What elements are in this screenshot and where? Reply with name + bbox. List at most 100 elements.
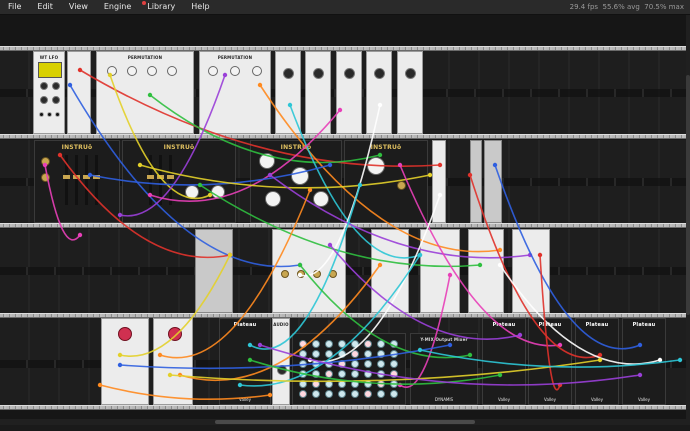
- pad-button[interactable]: [364, 350, 372, 358]
- knob[interactable]: [374, 68, 385, 79]
- knob[interactable]: [41, 173, 50, 182]
- horizontal-scrollbar[interactable]: [0, 419, 690, 425]
- pad-button[interactable]: [351, 370, 359, 378]
- module-filter[interactable]: [468, 229, 504, 313]
- module-pad-grid[interactable]: [292, 333, 406, 405]
- pad-button[interactable]: [377, 380, 385, 388]
- pad-button[interactable]: [299, 370, 307, 378]
- knob[interactable]: [265, 191, 281, 207]
- knob[interactable]: [41, 157, 50, 166]
- pad-button[interactable]: [377, 370, 385, 378]
- module-matrix[interactable]: [272, 229, 346, 313]
- pad-button[interactable]: [390, 350, 398, 358]
- slider[interactable]: [147, 155, 154, 205]
- module-vca[interactable]: [275, 51, 301, 134]
- module-audio[interactable]: AUDIO: [272, 318, 290, 405]
- module-rack[interactable]: WT LFO PERMUTATION PERMUTATION INSTRUō I…: [0, 15, 690, 425]
- menu-edit[interactable]: Edit: [29, 0, 61, 14]
- pad-button[interactable]: [390, 360, 398, 368]
- menu-engine[interactable]: Engine: [96, 0, 139, 14]
- pad-button[interactable]: [364, 370, 372, 378]
- module-vca[interactable]: [366, 51, 392, 134]
- knob[interactable]: [313, 191, 329, 207]
- menu-help[interactable]: Help: [183, 0, 217, 14]
- pad-button[interactable]: [377, 350, 385, 358]
- pad-button[interactable]: [377, 340, 385, 348]
- knob[interactable]: [107, 66, 117, 76]
- pad-button[interactable]: [325, 360, 333, 368]
- knob[interactable]: [127, 66, 137, 76]
- volume-knob[interactable]: [277, 365, 287, 375]
- pad-button[interactable]: [338, 350, 346, 358]
- pad-button[interactable]: [312, 340, 320, 348]
- knob[interactable]: [291, 167, 309, 185]
- module-vca[interactable]: [397, 51, 423, 134]
- module-output-mixer[interactable]: Y-MIX Output Mixer DYNAMIS: [410, 333, 478, 405]
- knob[interactable]: [329, 270, 337, 278]
- jack[interactable]: [55, 112, 60, 117]
- pad-button[interactable]: [390, 370, 398, 378]
- slider[interactable]: [167, 155, 174, 205]
- module-instruo-3[interactable]: INSTRUō: [250, 140, 342, 223]
- knob[interactable]: [259, 153, 275, 169]
- pad-button[interactable]: [338, 370, 346, 378]
- pad-button[interactable]: [377, 360, 385, 368]
- pad-button[interactable]: [351, 380, 359, 388]
- menu-view[interactable]: View: [61, 0, 96, 14]
- module-instruo-1[interactable]: INSTRUō: [34, 140, 120, 223]
- pad-button[interactable]: [325, 350, 333, 358]
- knob[interactable]: [313, 68, 324, 79]
- pad-button[interactable]: [299, 380, 307, 388]
- pad-button[interactable]: [325, 340, 333, 348]
- knob[interactable]: [167, 66, 177, 76]
- pad-button[interactable]: [299, 390, 307, 398]
- pad-button[interactable]: [377, 390, 385, 398]
- module-permutation-1[interactable]: PERMUTATION: [96, 51, 194, 134]
- module-filter[interactable]: [371, 229, 409, 313]
- module-filter[interactable]: [512, 229, 550, 313]
- jack[interactable]: [39, 112, 44, 117]
- slider[interactable]: [93, 155, 100, 205]
- pad-button[interactable]: [312, 390, 320, 398]
- pad-button[interactable]: [312, 380, 320, 388]
- pad-button[interactable]: [338, 390, 346, 398]
- module-vca[interactable]: [336, 51, 362, 134]
- pad-button[interactable]: [312, 350, 320, 358]
- knob[interactable]: [283, 68, 294, 79]
- knob[interactable]: [40, 82, 48, 90]
- pad-button[interactable]: [312, 370, 320, 378]
- knob[interactable]: [344, 68, 355, 79]
- module-envelope[interactable]: [153, 318, 193, 405]
- pad-button[interactable]: [299, 350, 307, 358]
- pad-button[interactable]: [338, 340, 346, 348]
- knob[interactable]: [40, 96, 48, 104]
- knob[interactable]: [405, 68, 416, 79]
- knob[interactable]: [147, 66, 157, 76]
- module-utility[interactable]: [67, 51, 91, 134]
- pad-button[interactable]: [338, 380, 346, 388]
- pad-button[interactable]: [364, 390, 372, 398]
- knob[interactable]: [211, 185, 225, 199]
- scrollbar-thumb[interactable]: [686, 75, 690, 315]
- pad-button[interactable]: [364, 380, 372, 388]
- slider[interactable]: [83, 155, 90, 205]
- module-wt-lfo[interactable]: WT LFO: [33, 51, 65, 134]
- pad-button[interactable]: [390, 340, 398, 348]
- pad-button[interactable]: [390, 390, 398, 398]
- pad-button[interactable]: [299, 360, 307, 368]
- module-plateau[interactable]: Plateau Valley: [482, 318, 526, 405]
- pad-button[interactable]: [299, 340, 307, 348]
- pad-button[interactable]: [351, 340, 359, 348]
- pad-button[interactable]: [325, 380, 333, 388]
- jack[interactable]: [47, 112, 52, 117]
- knob[interactable]: [168, 327, 182, 341]
- pad-button[interactable]: [351, 350, 359, 358]
- knob[interactable]: [118, 327, 132, 341]
- pad-button[interactable]: [338, 360, 346, 368]
- slider[interactable]: [63, 155, 70, 205]
- menu-file[interactable]: File: [0, 0, 29, 14]
- pad-button[interactable]: [312, 360, 320, 368]
- pad-button[interactable]: [390, 380, 398, 388]
- module-filter[interactable]: [420, 229, 460, 313]
- module-permutation-2[interactable]: PERMUTATION: [199, 51, 271, 134]
